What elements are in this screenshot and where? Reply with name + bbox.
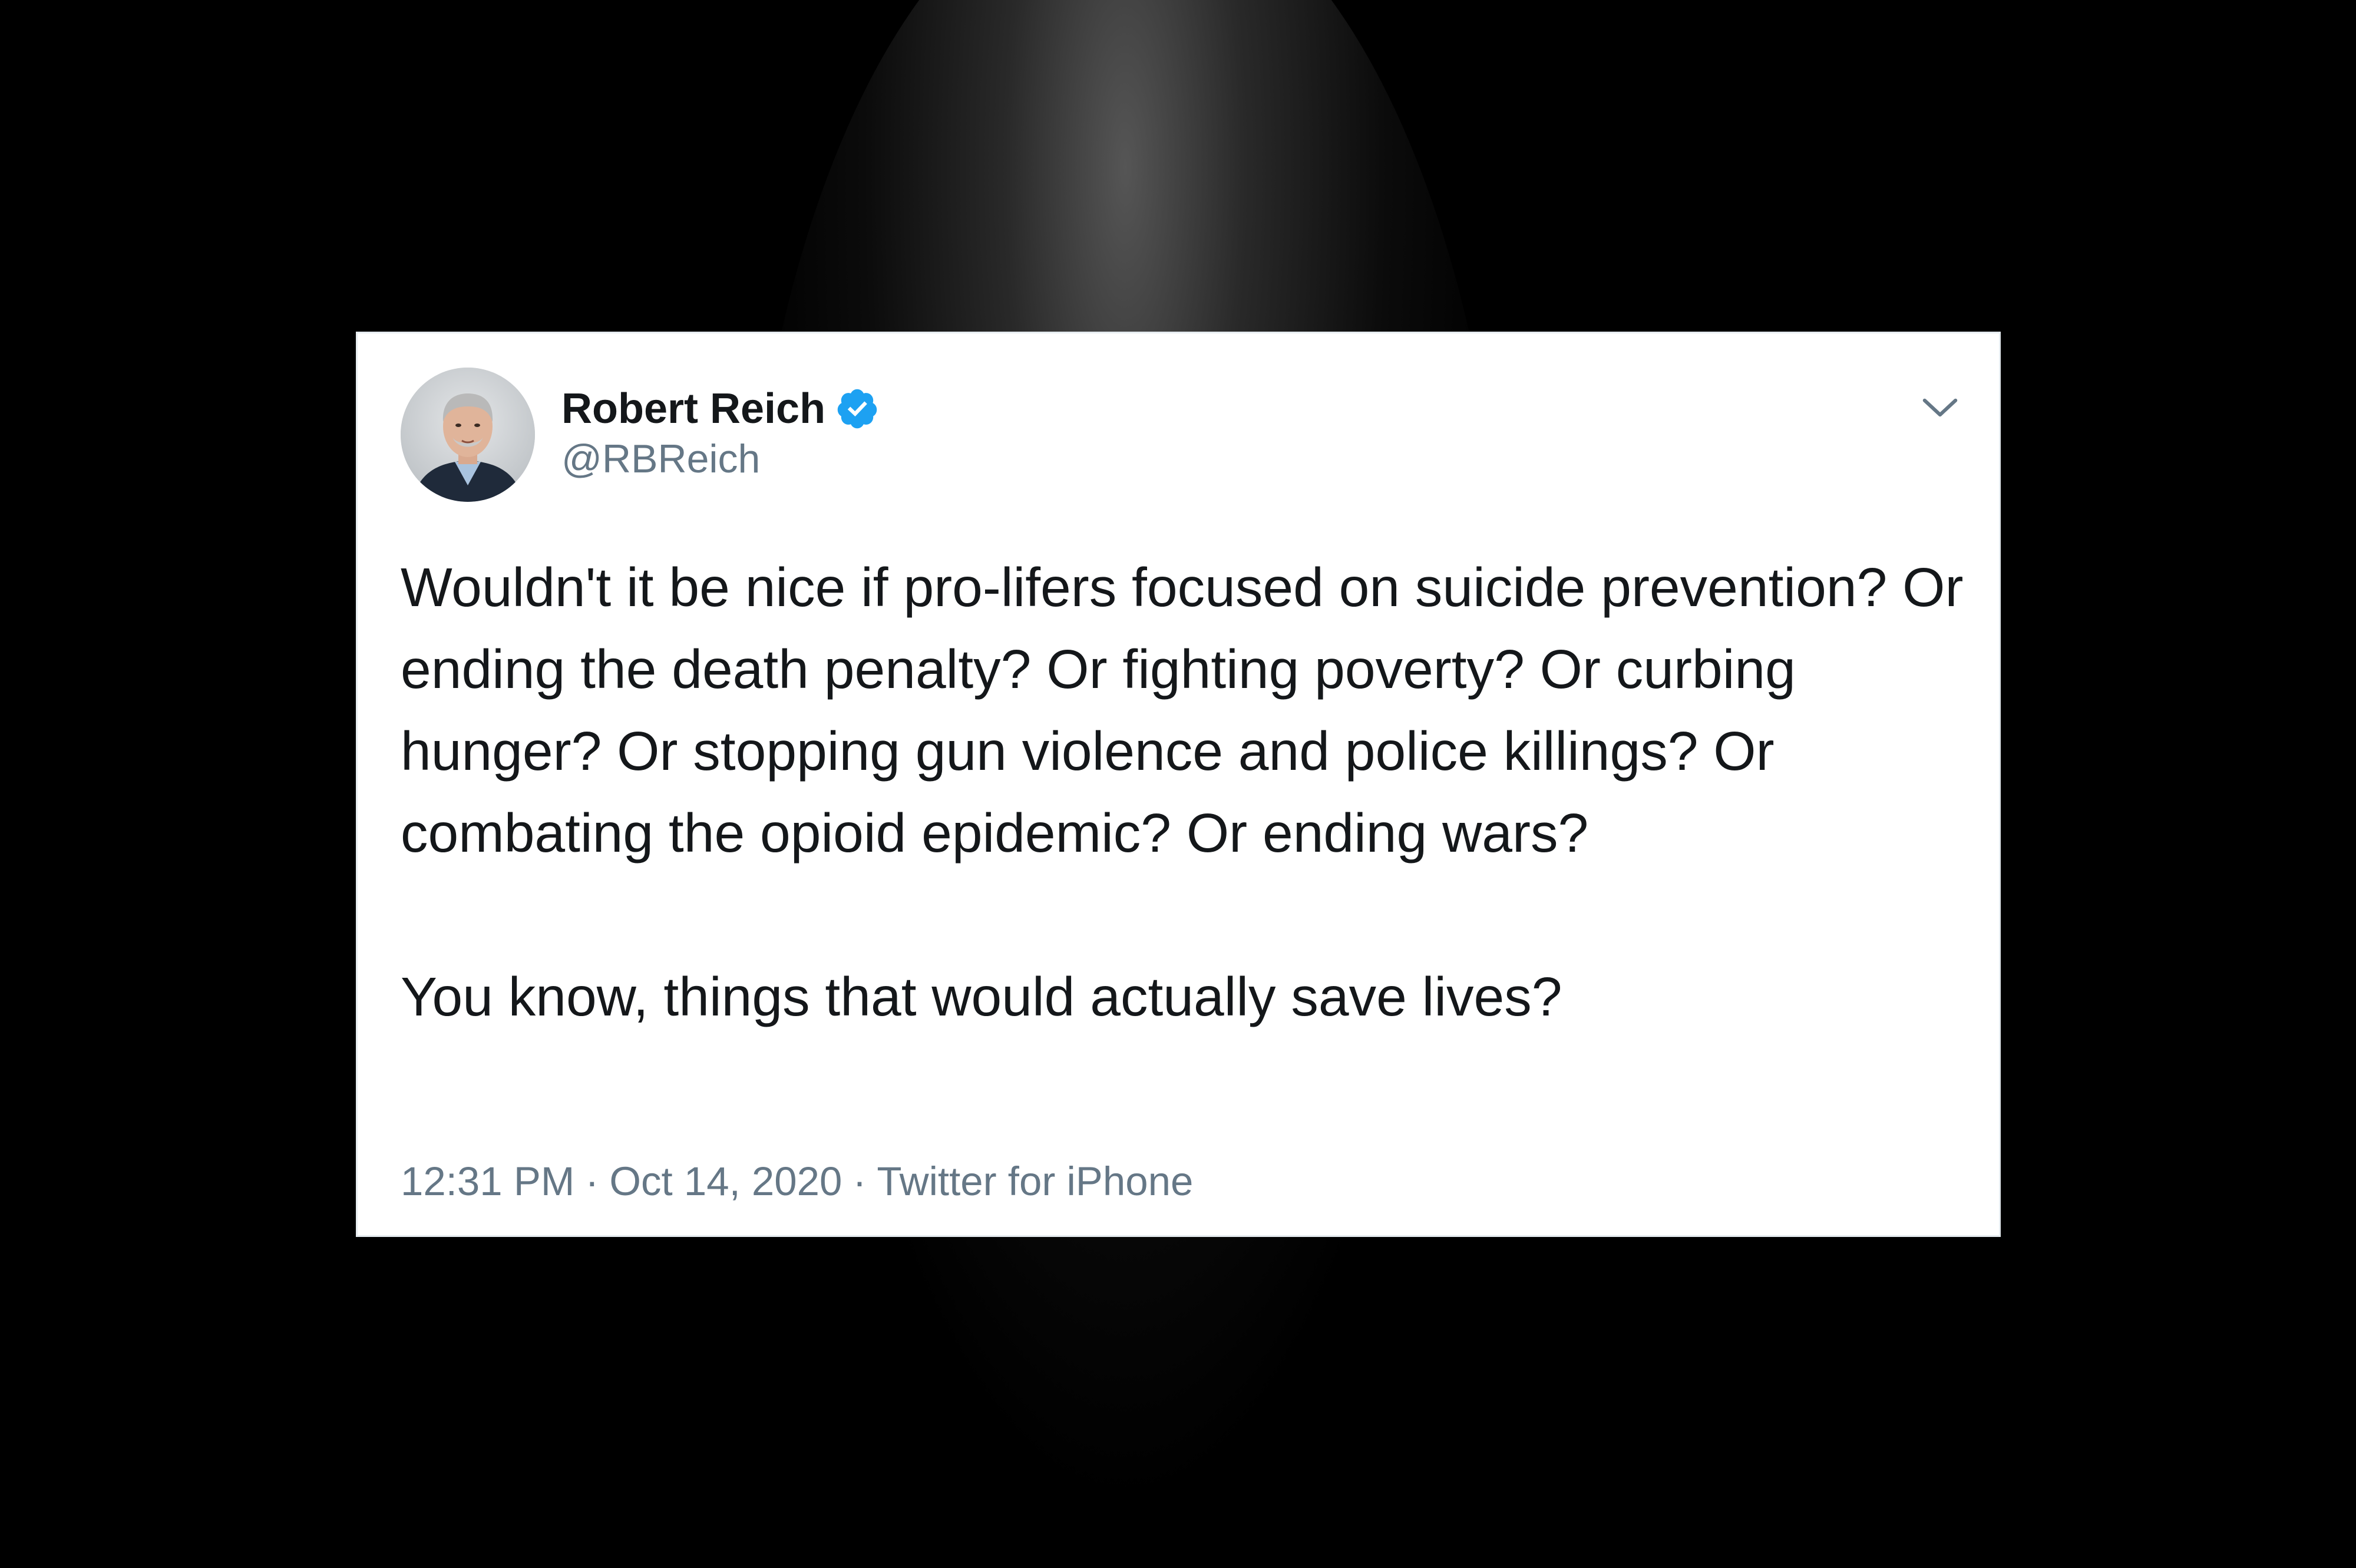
avatar-portrait	[401, 368, 535, 502]
meta-separator: ·	[585, 1159, 599, 1204]
verified-badge-icon	[837, 389, 877, 429]
author-display-name[interactable]: Robert Reich	[561, 379, 825, 438]
author-name-row[interactable]: Robert Reich	[561, 379, 880, 438]
tweet-date[interactable]: Oct 14, 2020	[609, 1159, 842, 1204]
author-handle[interactable]: @RBReich	[561, 432, 760, 485]
tweet-paragraph: Wouldn't it be nice if pro-lifers focuse…	[401, 557, 1979, 864]
avatar[interactable]	[401, 368, 535, 502]
tweet-paragraph: You know, things that would actually sav…	[401, 966, 1562, 1027]
tweet-source[interactable]: Twitter for iPhone	[877, 1159, 1193, 1204]
screenshot-stage: Robert Reich @RBReich Wouldn't it be nic…	[0, 0, 2356, 1568]
tweet-body: Wouldn't it be nice if pro-lifers focuse…	[401, 547, 1968, 1038]
tweet-card[interactable]: Robert Reich @RBReich Wouldn't it be nic…	[356, 332, 2001, 1237]
tweet-meta: 12:31 PM · Oct 14, 2020 · Twitter for iPhone	[401, 1152, 1193, 1211]
tweet-time[interactable]: 12:31 PM	[401, 1159, 574, 1204]
chevron-down-icon[interactable]	[1914, 381, 1967, 434]
meta-separator: ·	[852, 1159, 867, 1204]
